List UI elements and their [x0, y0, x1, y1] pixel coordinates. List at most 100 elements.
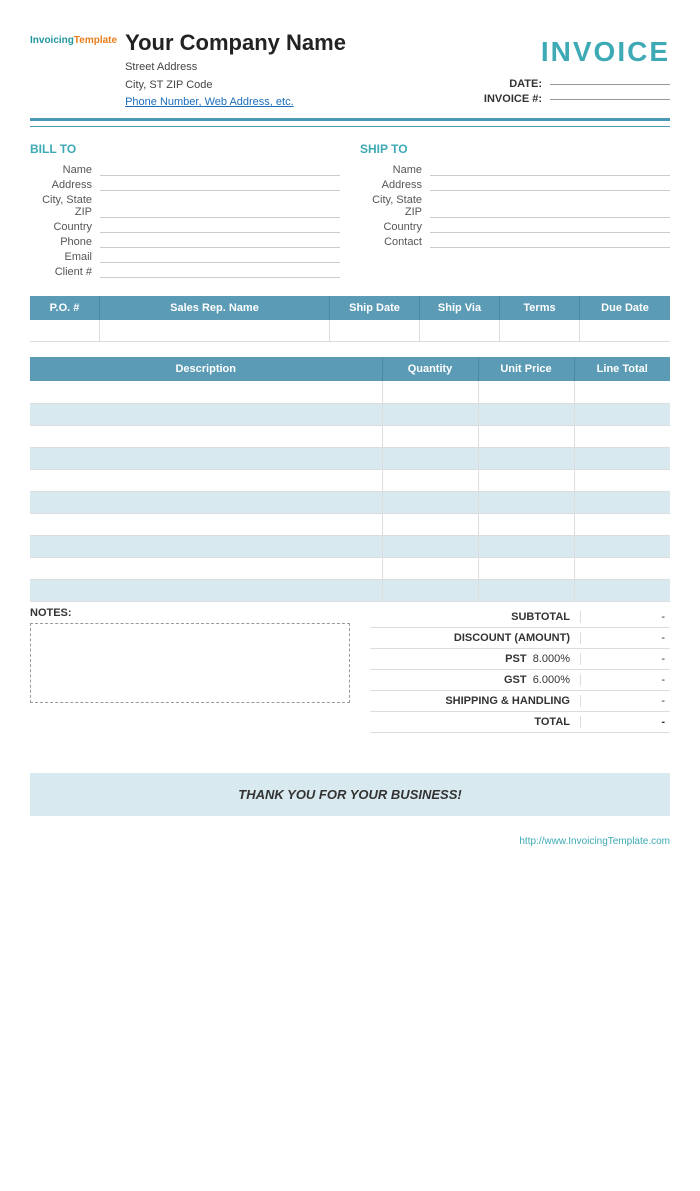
- date-value: [550, 84, 670, 85]
- po-cell-shipvia: [420, 320, 500, 341]
- discount-row: DISCOUNT (AMOUNT) -: [370, 628, 670, 649]
- notes-box: [30, 623, 350, 703]
- thank-you-wrapper: THANK YOU FOR YOUR BUSINESS!: [30, 773, 670, 816]
- desc-cell-0-3: [574, 381, 670, 403]
- desc-cell-2-2: [478, 425, 574, 447]
- desc-cell-4-3: [574, 469, 670, 491]
- description-table: Description Quantity Unit Price Line Tot…: [30, 357, 670, 602]
- city-state-zip: City, ST ZIP Code: [125, 77, 346, 95]
- desc-cell-5-1: [382, 491, 478, 513]
- desc-cell-9-3: [574, 579, 670, 601]
- desc-cell-9-1: [382, 579, 478, 601]
- desc-header-desc: Description: [30, 357, 382, 381]
- desc-cell-5-2: [478, 491, 574, 513]
- desc-cell-5-0: [30, 491, 382, 513]
- desc-cell-1-3: [574, 403, 670, 425]
- gst-value: -: [580, 674, 670, 686]
- desc-table-row: [30, 535, 670, 557]
- desc-table-body: [30, 381, 670, 601]
- ship-contact-row: Contact: [360, 236, 670, 248]
- bill-country-row: Country: [30, 221, 340, 233]
- desc-cell-2-1: [382, 425, 478, 447]
- bill-city-value: [100, 194, 340, 218]
- desc-cell-4-0: [30, 469, 382, 491]
- po-header-shipdate: Ship Date: [330, 296, 420, 320]
- shipping-row: SHIPPING & HANDLING -: [370, 691, 670, 712]
- po-cell-duedate: [580, 320, 670, 341]
- bill-city-row: City, State ZIP: [30, 194, 340, 218]
- ship-city-value: [430, 194, 670, 218]
- desc-table-row: [30, 513, 670, 535]
- gst-row: GST 6.000% -: [370, 670, 670, 691]
- ship-country-label: Country: [360, 221, 430, 233]
- po-table-wrapper: P.O. # Sales Rep. Name Ship Date Ship Vi…: [30, 296, 670, 342]
- notes-label: NOTES:: [30, 607, 350, 619]
- desc-table-row: [30, 403, 670, 425]
- phone-web[interactable]: Phone Number, Web Address, etc.: [125, 96, 294, 108]
- totals-col: SUBTOTAL - DISCOUNT (AMOUNT) - PST 8.000…: [370, 607, 670, 733]
- desc-table-row: [30, 557, 670, 579]
- footer-website[interactable]: http://www.InvoicingTemplate.com: [519, 836, 670, 847]
- desc-cell-5-3: [574, 491, 670, 513]
- shipping-label: SHIPPING & HANDLING: [370, 695, 580, 707]
- ship-address-row: Address: [360, 179, 670, 191]
- total-label: TOTAL: [370, 716, 580, 728]
- desc-table-row: [30, 469, 670, 491]
- ship-contact-label: Contact: [360, 236, 430, 248]
- subtotal-row: SUBTOTAL -: [370, 607, 670, 628]
- bill-phone-value: [100, 236, 340, 248]
- desc-cell-6-1: [382, 513, 478, 535]
- bill-name-label: Name: [30, 164, 100, 176]
- shipping-value: -: [580, 695, 670, 707]
- ship-to-title: SHIP TO: [360, 142, 670, 156]
- gst-label: GST 6.000%: [370, 674, 580, 686]
- desc-cell-4-2: [478, 469, 574, 491]
- footer: http://www.InvoicingTemplate.com: [30, 836, 670, 847]
- subtotal-label: SUBTOTAL: [370, 611, 580, 623]
- pst-value: -: [580, 653, 670, 665]
- po-header-terms: Terms: [500, 296, 580, 320]
- bill-phone-row: Phone: [30, 236, 340, 248]
- notes-col: NOTES:: [30, 607, 350, 703]
- desc-cell-0-2: [478, 381, 574, 403]
- desc-table-row: [30, 447, 670, 469]
- desc-header-qty: Quantity: [382, 357, 478, 381]
- invoice-title: INVOICE: [484, 36, 670, 68]
- desc-cell-6-2: [478, 513, 574, 535]
- desc-cell-7-3: [574, 535, 670, 557]
- bill-name-value: [100, 164, 340, 176]
- desc-cell-2-0: [30, 425, 382, 447]
- invoice-num-label: INVOICE #:: [484, 93, 542, 105]
- bill-name-row: Name: [30, 164, 340, 176]
- desc-cell-1-0: [30, 403, 382, 425]
- bill-address-value: [100, 179, 340, 191]
- desc-table-row: [30, 381, 670, 403]
- invoice-num-value: [550, 99, 670, 100]
- desc-cell-4-1: [382, 469, 478, 491]
- po-cell-shipdate: [330, 320, 420, 341]
- invoice-num-row: INVOICE #:: [484, 93, 670, 105]
- bottom-section: NOTES: SUBTOTAL - DISCOUNT (AMOUNT) - PS…: [30, 607, 670, 733]
- thank-you-banner: THANK YOU FOR YOUR BUSINESS!: [30, 773, 670, 816]
- desc-cell-8-1: [382, 557, 478, 579]
- desc-cell-3-0: [30, 447, 382, 469]
- desc-table-row: [30, 579, 670, 601]
- desc-cell-6-3: [574, 513, 670, 535]
- po-cell-sales: [100, 320, 330, 341]
- po-header-shipvia: Ship Via: [420, 296, 500, 320]
- pst-label: PST 8.000%: [370, 653, 580, 665]
- ship-name-label: Name: [360, 164, 430, 176]
- ship-contact-value: [430, 236, 670, 248]
- po-table-header: P.O. # Sales Rep. Name Ship Date Ship Vi…: [30, 296, 670, 320]
- total-value: -: [580, 716, 670, 728]
- ship-city-row: City, State ZIP: [360, 194, 670, 218]
- bill-city-label: City, State ZIP: [30, 194, 100, 218]
- po-cell-po: [30, 320, 100, 341]
- bill-email-row: Email: [30, 251, 340, 263]
- bill-to-title: BILL TO: [30, 142, 340, 156]
- subtotal-value: -: [580, 611, 670, 623]
- divider-top2: [30, 126, 670, 127]
- pst-row: PST 8.000% -: [370, 649, 670, 670]
- total-row: TOTAL -: [370, 712, 670, 733]
- company-name: Your Company Name: [125, 30, 346, 56]
